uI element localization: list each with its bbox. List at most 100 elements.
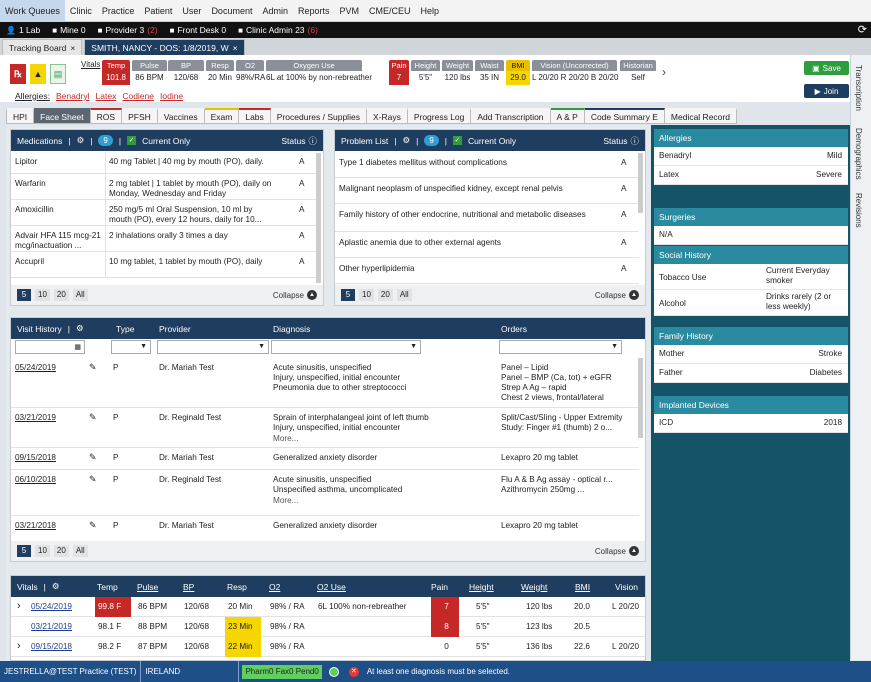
table-row[interactable]: Lipitor 40 mg Tablet | 40 mg by mouth (PO… [11, 152, 317, 174]
page-size-5[interactable]: 5 [17, 545, 31, 557]
chevron-right-icon[interactable]: › [17, 601, 21, 612]
current-only-checkbox[interactable]: ✓ [452, 136, 462, 145]
collapse-button[interactable]: Collapse ▲ [595, 546, 639, 556]
refresh-icon[interactable]: ⟳ [858, 22, 867, 38]
vital-pain[interactable]: Pain 7 [389, 60, 409, 85]
table-row[interactable]: Type 1 diabetes mellitus without complic… [335, 152, 639, 178]
tab-procedures-supplies[interactable]: Procedures / Supplies [270, 108, 367, 124]
menu-help[interactable]: Help [416, 0, 445, 22]
pencil-icon[interactable]: ✎ [89, 362, 97, 372]
queue-provider[interactable]: ■ Provider 3 (2) [92, 25, 164, 35]
tab-vaccines[interactable]: Vaccines [157, 108, 205, 124]
visit-date-link[interactable]: 09/15/2018 [15, 453, 56, 463]
gear-icon[interactable]: ⚙ [52, 581, 60, 592]
page-size-10[interactable]: 10 [35, 289, 50, 301]
page-size-5[interactable]: 5 [17, 289, 31, 301]
tab-patient[interactable]: SMITH, NANCY - DOS: 1/8/2019, W × [84, 39, 245, 56]
info-icon[interactable]: ⓘ [630, 135, 639, 147]
vitals-date-link[interactable]: 03/21/2019 [31, 622, 72, 632]
vitals-date-link[interactable]: 05/24/2019 [31, 602, 72, 612]
pencil-icon[interactable]: ✎ [89, 412, 97, 422]
queue-mine[interactable]: ■ Mine 0 [46, 25, 91, 35]
page-size-20[interactable]: 20 [53, 545, 69, 557]
pharm-fax-status[interactable]: Pharm0 Fax0 Pend0 [242, 664, 322, 679]
table-row[interactable]: 06/10/2018 ✎ P Dr. Reginald Test Acute sinus… [11, 470, 639, 516]
tab-tracking-board[interactable]: Tracking Board × [2, 39, 83, 55]
gear-icon[interactable]: ⚙ [77, 135, 85, 146]
menu-admin[interactable]: Admin [257, 0, 293, 22]
vital-resp[interactable]: Resp 20 Min [206, 60, 234, 85]
table-row[interactable]: Other hyperlipidemia A [335, 258, 639, 284]
vital-oxygen-use[interactable]: Oxygen Use 6L at 100% by non-rebreather [266, 60, 372, 85]
page-size-10[interactable]: 10 [359, 289, 374, 301]
provider-filter[interactable]: ▼ [157, 340, 269, 354]
queue-clinic-admin[interactable]: ■ Clinic Admin 23 (6) [232, 25, 324, 35]
table-row[interactable]: › 05/24/2019 99.8 F 86 BPM 120/68 20 Min 98% /… [11, 597, 645, 617]
menu-practice[interactable]: Practice [97, 0, 140, 22]
vital-historian[interactable]: Historian Self [620, 60, 656, 85]
menu-clinic[interactable]: Clinic [65, 0, 97, 22]
allergy-link[interactable]: Benadryl [56, 91, 90, 101]
tab-revisions[interactable]: Revisions [854, 193, 863, 228]
table-row[interactable]: 03/21/2019 98.1 F 88 BPM 120/68 23 Min 98% / … [11, 617, 645, 637]
queue-front-desk[interactable]: ■ Front Desk 0 [164, 25, 233, 35]
tab-medical-record[interactable]: Medical Record [664, 108, 737, 124]
table-row[interactable]: Malignant neoplasm of unspecified kidney… [335, 178, 639, 204]
tab-ros[interactable]: ROS [90, 108, 123, 124]
allergy-link[interactable]: Iodine [160, 91, 183, 101]
table-row[interactable]: 05/24/2019 ✎ P Dr. Mariah Test Acute sinusit… [11, 358, 639, 408]
table-row[interactable]: 09/15/2018 ✎ P Dr. Mariah Test Generalized a… [11, 448, 639, 470]
page-size-10[interactable]: 10 [35, 545, 50, 557]
close-icon[interactable]: × [233, 40, 238, 56]
prescription-icon[interactable]: ℞ [10, 64, 26, 84]
page-size-20[interactable]: 20 [53, 289, 69, 301]
tab-a-p[interactable]: A & P [550, 108, 585, 124]
page-size-all[interactable]: All [72, 545, 88, 557]
type-filter[interactable]: ▼ [111, 340, 151, 354]
menu-user[interactable]: User [177, 0, 206, 22]
table-row[interactable]: Family history of other endocrine, nutri… [335, 204, 639, 232]
tab-add-transcription[interactable]: Add Transcription [471, 108, 551, 124]
tab-labs[interactable]: Labs [239, 108, 271, 124]
current-only-checkbox[interactable]: ✓ [127, 136, 137, 145]
vital-height[interactable]: Height 5'5" [411, 60, 440, 85]
join-button[interactable]: ▶ Join [804, 84, 849, 98]
vital-waist[interactable]: Waist 35 IN [475, 60, 504, 85]
table-row[interactable]: 03/21/2019 ✎ P Dr. Reginald Test Sprain of i… [11, 408, 639, 448]
page-size-all[interactable]: All [396, 289, 412, 301]
tab-demographics[interactable]: Demographics [854, 128, 863, 180]
vital-o2[interactable]: O2 98%/RA [236, 60, 265, 85]
save-button[interactable]: ▣ Save [804, 61, 849, 75]
vital-bmi[interactable]: BMI 29.0 [506, 60, 530, 85]
gear-icon[interactable]: ⚙ [76, 323, 84, 334]
tab-x-rays[interactable]: X-Rays [366, 108, 408, 124]
menu-cme-ceu[interactable]: CME/CEU [364, 0, 416, 22]
queue-lab[interactable]: 👤 1 Lab [0, 25, 46, 35]
scrollbar[interactable] [316, 153, 321, 283]
warning-icon[interactable]: ▲ [30, 64, 46, 84]
page-size-20[interactable]: 20 [377, 289, 393, 301]
collapse-button[interactable]: Collapse ▲ [595, 290, 639, 300]
visit-date-link[interactable]: 03/21/2019 [15, 413, 56, 423]
menu-pvm[interactable]: PVM [335, 0, 365, 22]
more-link[interactable]: More... [273, 496, 298, 506]
pencil-icon[interactable]: ✎ [89, 452, 97, 462]
table-row[interactable]: Aplastic anemia due to other external ag… [335, 232, 639, 258]
menu-patient[interactable]: Patient [139, 0, 177, 22]
tab-hpi[interactable]: HPI [6, 108, 35, 124]
page-size-5[interactable]: 5 [341, 289, 355, 301]
allergy-link[interactable]: Codiene [122, 91, 154, 101]
table-row[interactable]: Amoxicillin 250 mg/5 ml Oral Suspension, … [11, 200, 317, 226]
vital-weight[interactable]: Weight 120 lbs [442, 60, 473, 85]
allergy-link[interactable]: Latex [96, 91, 117, 101]
page-size-all[interactable]: All [72, 289, 88, 301]
document-icon[interactable]: ▤ [50, 64, 66, 84]
tab-pfsh[interactable]: PFSH [122, 108, 158, 124]
chevron-right-icon[interactable]: › [662, 65, 666, 79]
diagnosis-filter[interactable]: ▼ [271, 340, 421, 354]
menu-document[interactable]: Document [206, 0, 257, 22]
collapse-button[interactable]: Collapse ▲ [273, 290, 317, 300]
vitals-date-link[interactable]: 09/15/2018 [31, 642, 72, 652]
gear-icon[interactable]: ⚙ [402, 135, 410, 146]
tab-transcription[interactable]: Transcription [854, 65, 863, 111]
